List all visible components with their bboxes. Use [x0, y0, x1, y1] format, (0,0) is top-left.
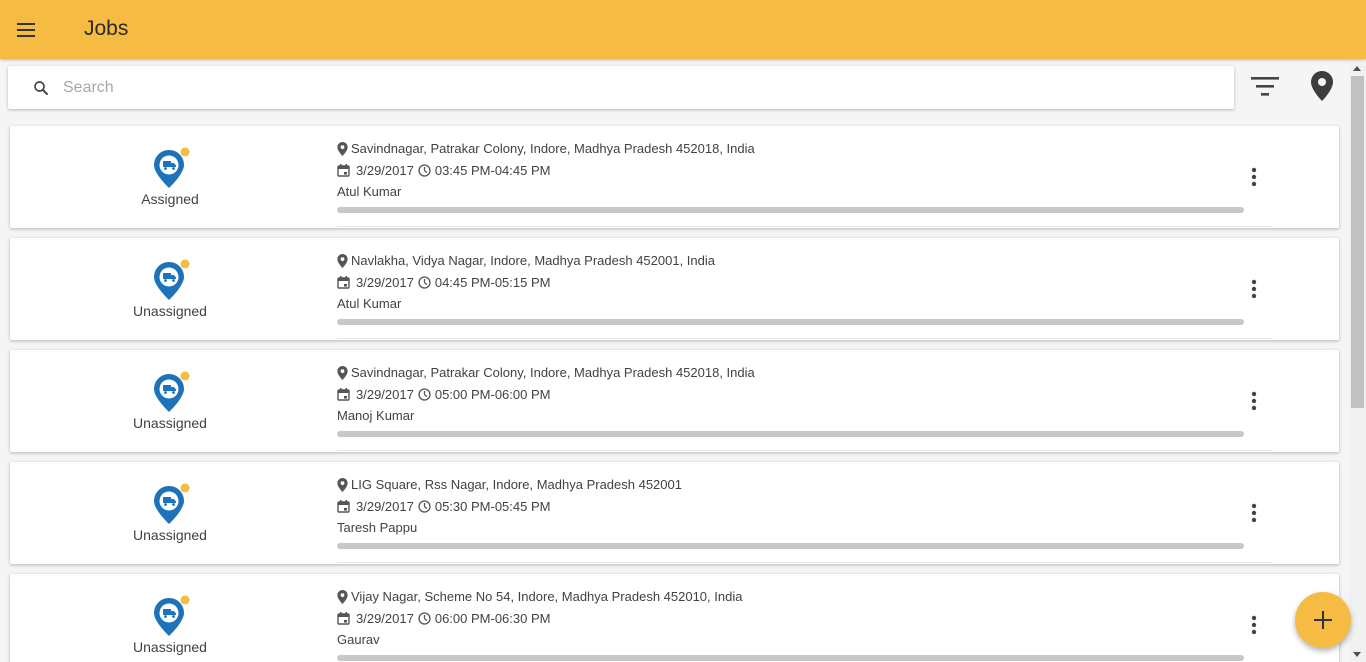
job-date: 3/29/2017 — [356, 499, 414, 514]
job-progress-bar — [337, 431, 1244, 437]
job-address: Vijay Nagar, Scheme No 54, Indore, Madhy… — [351, 589, 743, 604]
divider — [337, 226, 1273, 227]
job-status-icon — [154, 483, 190, 524]
scroll-up-arrow[interactable] — [1353, 66, 1361, 71]
job-address: Navlakha, Vidya Nagar, Indore, Madhya Pr… — [351, 253, 715, 268]
job-worker: Atul Kumar — [337, 184, 402, 199]
job-card[interactable]: Assigned Savindnagar, Patrakar Colony, I… — [10, 126, 1339, 228]
job-date: 3/29/2017 — [356, 275, 414, 290]
search-bar — [8, 66, 1234, 109]
job-more-button[interactable] — [1242, 163, 1266, 191]
calendar-icon — [337, 164, 350, 177]
location-pin-icon — [337, 253, 348, 268]
menu-button[interactable] — [12, 16, 42, 44]
more-vert-icon — [1251, 615, 1257, 635]
job-status: Unassigned — [133, 527, 207, 543]
job-time: 05:30 PM-05:45 PM — [434, 499, 551, 514]
job-date: 3/29/2017 — [356, 387, 414, 402]
job-card[interactable]: Unassigned Vijay Nagar, Scheme No 54, In… — [10, 574, 1339, 662]
job-address-row: LIG Square, Rss Nagar, Indore, Madhya Pr… — [337, 477, 682, 492]
job-schedule-row: 3/29/2017 05:00 PM-06:00 PM — [337, 387, 550, 402]
job-progress-bar — [337, 543, 1244, 549]
calendar-icon — [337, 276, 350, 289]
location-pin-icon — [337, 477, 348, 492]
menu-icon — [17, 23, 35, 37]
job-list: Assigned Savindnagar, Patrakar Colony, I… — [10, 126, 1339, 662]
job-card[interactable]: Unassigned LIG Square, Rss Nagar, Indore… — [10, 462, 1339, 564]
location-pin-icon — [337, 141, 348, 156]
job-date: 3/29/2017 — [356, 611, 414, 626]
filter-icon — [1251, 77, 1279, 96]
scrollbar-thumb[interactable] — [1351, 76, 1364, 408]
job-address-row: Savindnagar, Patrakar Colony, Indore, Ma… — [337, 141, 755, 156]
divider — [337, 562, 1273, 563]
more-vert-icon — [1251, 279, 1257, 299]
location-pin-icon — [337, 365, 348, 380]
job-status-icon — [154, 595, 190, 636]
more-vert-icon — [1251, 167, 1257, 187]
job-more-button[interactable] — [1242, 499, 1266, 527]
app-bar: Jobs — [0, 0, 1366, 59]
search-input[interactable] — [63, 74, 1213, 101]
job-status-icon — [154, 371, 190, 412]
job-address: LIG Square, Rss Nagar, Indore, Madhya Pr… — [351, 477, 682, 492]
job-address-row: Navlakha, Vidya Nagar, Indore, Madhya Pr… — [337, 253, 715, 268]
location-pin-icon — [1311, 71, 1333, 101]
job-more-button[interactable] — [1242, 611, 1266, 639]
scroll-down-arrow[interactable] — [1353, 652, 1361, 657]
job-status-icon — [154, 259, 190, 300]
job-worker: Manoj Kumar — [337, 408, 415, 423]
scrollbar[interactable] — [1349, 62, 1366, 662]
job-progress-bar — [337, 655, 1244, 661]
divider — [337, 338, 1273, 339]
more-vert-icon — [1251, 503, 1257, 523]
job-time: 05:00 PM-06:00 PM — [434, 387, 551, 402]
job-status-icon — [154, 147, 190, 188]
job-time: 04:45 PM-05:15 PM — [434, 275, 551, 290]
clock-icon — [418, 276, 431, 289]
job-progress-bar — [337, 207, 1244, 213]
job-worker: Atul Kumar — [337, 296, 402, 311]
job-more-button[interactable] — [1242, 387, 1266, 415]
job-address: Savindnagar, Patrakar Colony, Indore, Ma… — [351, 365, 755, 380]
job-schedule-row: 3/29/2017 06:00 PM-06:30 PM — [337, 611, 550, 626]
calendar-icon — [337, 612, 350, 625]
job-status: Unassigned — [133, 639, 207, 655]
map-view-button[interactable] — [1307, 70, 1337, 102]
job-worker: Gaurav — [337, 632, 380, 647]
job-progress-bar — [337, 319, 1244, 325]
calendar-icon — [337, 500, 350, 513]
job-address: Savindnagar, Patrakar Colony, Indore, Ma… — [351, 141, 755, 156]
location-pin-icon — [337, 589, 348, 604]
job-time: 03:45 PM-04:45 PM — [434, 163, 551, 178]
calendar-icon — [337, 388, 350, 401]
job-card[interactable]: Unassigned Navlakha, Vidya Nagar, Indore… — [10, 238, 1339, 340]
job-schedule-row: 3/29/2017 03:45 PM-04:45 PM — [337, 163, 550, 178]
job-status: Unassigned — [133, 415, 207, 431]
job-more-button[interactable] — [1242, 275, 1266, 303]
job-card[interactable]: Unassigned Savindnagar, Patrakar Colony,… — [10, 350, 1339, 452]
add-job-button[interactable] — [1295, 592, 1351, 648]
job-time: 06:00 PM-06:30 PM — [434, 611, 551, 626]
job-address-row: Savindnagar, Patrakar Colony, Indore, Ma… — [337, 365, 755, 380]
clock-icon — [418, 612, 431, 625]
job-schedule-row: 3/29/2017 05:30 PM-05:45 PM — [337, 499, 550, 514]
divider — [337, 450, 1273, 451]
search-icon — [34, 81, 48, 95]
clock-icon — [418, 164, 431, 177]
job-date: 3/29/2017 — [356, 163, 414, 178]
job-status: Unassigned — [133, 303, 207, 319]
plus-icon — [1314, 611, 1332, 629]
clock-icon — [418, 500, 431, 513]
job-status: Assigned — [141, 191, 199, 207]
job-worker: Taresh Pappu — [337, 520, 418, 535]
job-address-row: Vijay Nagar, Scheme No 54, Indore, Madhy… — [337, 589, 742, 604]
filter-button[interactable] — [1248, 71, 1282, 103]
clock-icon — [418, 388, 431, 401]
page-title: Jobs — [84, 17, 129, 40]
job-schedule-row: 3/29/2017 04:45 PM-05:15 PM — [337, 275, 550, 290]
more-vert-icon — [1251, 391, 1257, 411]
